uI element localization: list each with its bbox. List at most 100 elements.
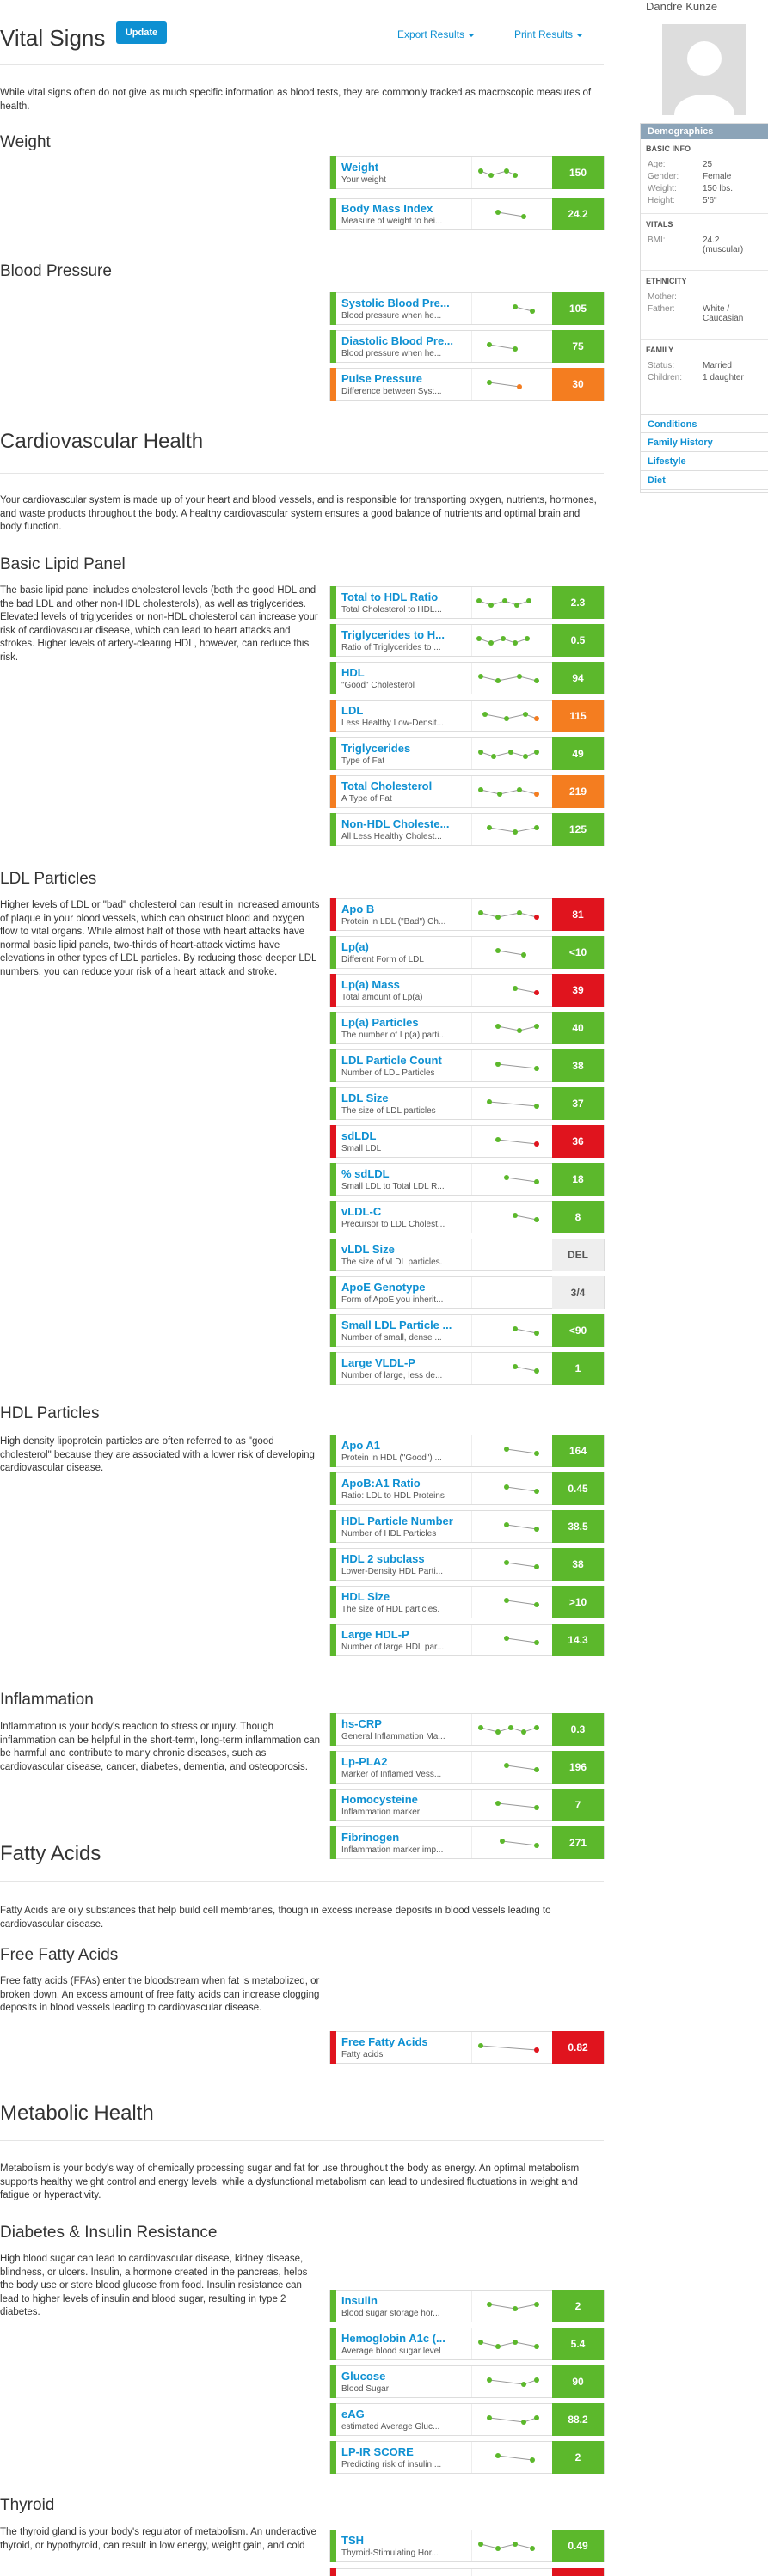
result-name[interactable]: Small LDL Particle ... — [341, 1319, 470, 1331]
result-row[interactable]: Total to HDL Ratio Total Cholesterol to H… — [329, 586, 605, 619]
result-row[interactable]: Small LDL Particle ... Number of small, d… — [329, 1314, 605, 1347]
result-row[interactable]: Fibrinogen Inflammation marker imp... 271 — [329, 1826, 605, 1859]
result-name[interactable]: Glucose — [341, 2370, 470, 2383]
result-row[interactable]: Diastolic Blood Pre... Blood pressure whe… — [329, 330, 605, 363]
result-name[interactable]: Systolic Blood Pre... — [341, 297, 470, 309]
result-name[interactable]: Total Cholesterol — [341, 780, 470, 792]
result-name[interactable]: Non-HDL Choleste... — [341, 817, 470, 830]
result-name[interactable]: Lp-PLA2 — [341, 1755, 470, 1768]
result-row[interactable]: Triglycerides to H... Ratio of Triglyceri… — [329, 624, 605, 657]
nav-conditions[interactable]: Conditions — [640, 414, 768, 433]
result-name[interactable]: LP-IR SCORE — [341, 2445, 470, 2458]
result-value: 38 — [552, 1548, 604, 1581]
result-row[interactable]: Large HDL-P Number of large HDL par... 14.… — [329, 1624, 605, 1656]
result-row[interactable] — [329, 2568, 605, 2576]
result-row[interactable]: vLDL Size The size of vLDL particles. DEL — [329, 1239, 605, 1271]
result-name[interactable]: Homocysteine — [341, 1793, 470, 1806]
result-row[interactable]: Non-HDL Choleste... All Less Healthy Chol… — [329, 813, 605, 846]
result-row[interactable]: % sdLDL Small LDL to Total LDL R... 18 — [329, 1163, 605, 1196]
result-name[interactable]: hs-CRP — [341, 1717, 470, 1730]
result-name[interactable]: Lp(a) — [341, 940, 470, 953]
result-row[interactable]: Total Cholesterol A Type of Fat 219 — [329, 775, 605, 808]
result-row[interactable]: Triglycerides Type of Fat 49 — [329, 737, 605, 770]
result-row[interactable]: Hemoglobin A1c (... Average blood sugar l… — [329, 2328, 605, 2360]
result-name[interactable]: Lp(a) Particles — [341, 1016, 470, 1029]
result-row[interactable]: Lp(a) Different Form of LDL <10 — [329, 936, 605, 969]
result-row[interactable]: Systolic Blood Pre... Blood pressure when… — [329, 292, 605, 325]
result-row[interactable]: HDL Particle Number Number of HDL Particl… — [329, 1510, 605, 1543]
result-row[interactable]: Lp(a) Mass Total amount of Lp(a) 39 — [329, 974, 605, 1007]
result-name[interactable]: Apo B — [341, 903, 470, 915]
result-row[interactable]: Insulin Blood sugar storage hor... 2 — [329, 2290, 605, 2322]
export-results-dropdown[interactable]: Export Results — [397, 28, 476, 40]
result-row[interactable]: ApoB:A1 Ratio Ratio: LDL to HDL Proteins 0… — [329, 1472, 605, 1505]
result-desc: Type of Fat — [341, 756, 385, 766]
result-row[interactable]: Homocysteine Inflammation marker 7 — [329, 1789, 605, 1821]
result-desc: Number of small, dense ... — [341, 1333, 442, 1343]
result-name[interactable]: LDL — [341, 704, 470, 717]
result-row[interactable]: Body Mass Index Measure of weight to hei.… — [329, 198, 605, 230]
result-name[interactable]: Large VLDL-P — [341, 1356, 470, 1369]
result-name[interactable]: Triglycerides to H... — [341, 628, 470, 641]
result-row[interactable]: Free Fatty Acids Fatty acids 0.82 — [329, 2031, 605, 2064]
print-results-dropdown[interactable]: Print Results — [514, 28, 584, 40]
result-row[interactable]: Glucose Blood Sugar 90 — [329, 2365, 605, 2398]
result-name[interactable]: Lp(a) Mass — [341, 978, 470, 991]
result-row[interactable]: ApoE Genotype Form of ApoE you inherit...… — [329, 1276, 605, 1309]
result-name[interactable]: Weight — [341, 161, 470, 174]
result-name[interactable]: TSH — [341, 2534, 470, 2547]
result-row[interactable]: LP-IR SCORE Predicting risk of insulin ..… — [329, 2441, 605, 2474]
result-row[interactable]: sdLDL Small LDL 36 — [329, 1125, 605, 1158]
result-name[interactable]: Pulse Pressure — [341, 372, 470, 385]
result-row[interactable]: HDL 2 subclass Lower-Density HDL Parti...… — [329, 1548, 605, 1581]
status-bar — [330, 1713, 336, 1746]
result-name[interactable]: LDL Particle Count — [341, 1054, 470, 1067]
result-row[interactable]: LDL Particle Count Number of LDL Particle… — [329, 1049, 605, 1082]
result-row[interactable]: TSH Thyroid-Stimulating Hor... 0.49 — [329, 2530, 605, 2562]
result-name[interactable]: HDL 2 subclass — [341, 1552, 470, 1565]
result-row[interactable]: HDL Size The size of HDL particles. >10 — [329, 1586, 605, 1618]
result-row[interactable]: LDL Size The size of LDL particles 37 — [329, 1087, 605, 1120]
nav-lifestyle[interactable]: Lifestyle — [640, 452, 768, 471]
result-row[interactable]: Apo A1 Protein in HDL ("Good") ... 164 — [329, 1435, 605, 1467]
result-name[interactable]: eAG — [341, 2408, 470, 2420]
result-name[interactable]: sdLDL — [341, 1129, 470, 1142]
result-row[interactable]: LDL Less Healthy Low-Densit... 115 — [329, 700, 605, 732]
result-name[interactable]: Insulin — [341, 2294, 470, 2307]
result-name[interactable]: vLDL Size — [341, 1243, 470, 1256]
result-row[interactable]: Apo B Protein in LDL ("Bad") Ch... 81 — [329, 898, 605, 931]
result-name[interactable]: ApoB:A1 Ratio — [341, 1477, 470, 1490]
result-name[interactable]: vLDL-C — [341, 1205, 470, 1218]
result-name[interactable]: Hemoglobin A1c (... — [341, 2332, 470, 2345]
result-row[interactable]: Lp-PLA2 Marker of Inflamed Vess... 196 — [329, 1751, 605, 1784]
result-name[interactable]: HDL Particle Number — [341, 1514, 470, 1527]
result-name[interactable]: % sdLDL — [341, 1167, 470, 1180]
result-name[interactable]: Apo A1 — [341, 1439, 470, 1452]
result-row[interactable]: Pulse Pressure Difference between Syst...… — [329, 368, 605, 401]
status-bar — [330, 292, 336, 325]
result-row[interactable]: Weight Your weight 150 — [329, 156, 605, 189]
status-bar — [330, 2290, 336, 2322]
result-name[interactable]: Triglycerides — [341, 742, 470, 755]
result-name[interactable]: ApoE Genotype — [341, 1281, 470, 1294]
result-row[interactable]: Large VLDL-P Number of large, less de... 1 — [329, 1352, 605, 1385]
result-name[interactable]: Large HDL-P — [341, 1628, 470, 1641]
result-row[interactable]: eAG estimated Average Gluc... 88.2 — [329, 2403, 605, 2436]
result-name[interactable]: LDL Size — [341, 1092, 470, 1104]
result-name[interactable]: HDL — [341, 666, 470, 679]
update-button[interactable]: Update — [116, 21, 167, 44]
result-name[interactable]: Free Fatty Acids — [341, 2035, 470, 2048]
result-value: 0.3 — [552, 1713, 604, 1746]
nav-family-history[interactable]: Family History — [640, 433, 768, 452]
divider — [0, 1881, 604, 1882]
result-row[interactable]: hs-CRP General Inflammation Ma... 0.3 — [329, 1713, 605, 1746]
result-row[interactable]: HDL "Good" Cholesterol 94 — [329, 662, 605, 694]
nav-diet[interactable]: Diet — [640, 471, 768, 490]
result-row[interactable]: vLDL-C Precursor to LDL Cholest... 8 — [329, 1201, 605, 1233]
result-name[interactable]: Body Mass Index — [341, 202, 470, 215]
result-name[interactable]: Diastolic Blood Pre... — [341, 334, 470, 347]
result-name[interactable]: HDL Size — [341, 1590, 470, 1603]
result-name[interactable]: Total to HDL Ratio — [341, 590, 470, 603]
result-row[interactable]: Lp(a) Particles The number of Lp(a) parti… — [329, 1012, 605, 1044]
result-name[interactable]: Fibrinogen — [341, 1831, 470, 1844]
